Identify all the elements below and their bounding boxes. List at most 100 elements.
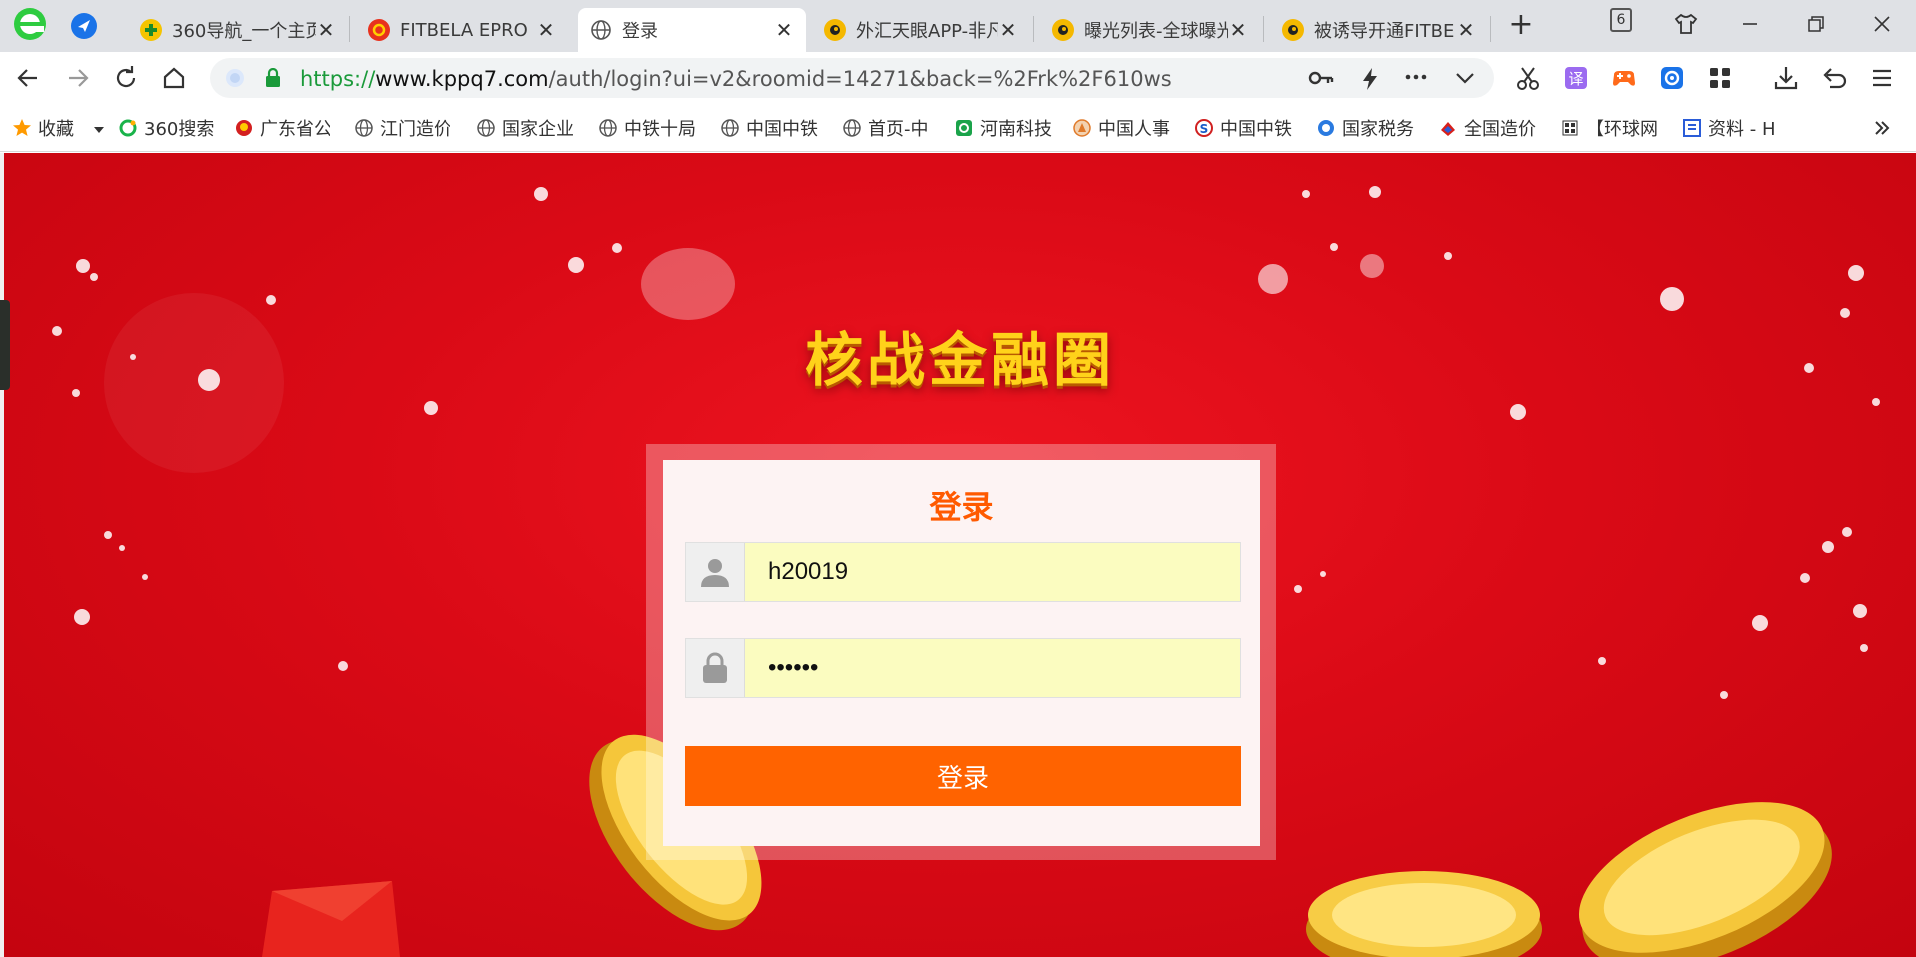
decorative-dot [76,259,90,273]
shield-extension-icon[interactable] [1656,62,1688,94]
tab-count-badge[interactable]: 6 [1610,8,1632,32]
decorative-dot [74,609,90,625]
red-envelope-icon [262,881,400,957]
login-heading: 登录 [929,488,994,526]
back-arrow-icon[interactable] [12,62,44,94]
decorative-dot [1872,398,1880,406]
refresh-icon[interactable] [110,62,142,94]
decorative-dot [1822,541,1834,553]
doc-icon [1682,118,1702,138]
bookmark-huanqiu[interactable]: 【环球网 [1560,116,1660,140]
bookmark-crec[interactable]: 中国中铁 [720,116,824,140]
more-dots-icon[interactable] [1404,73,1428,81]
key-icon[interactable] [1308,67,1334,89]
bookmark-label: 中国人事 [1098,119,1170,140]
close-icon[interactable]: ✕ [536,18,556,42]
apps-grid-icon[interactable] [1704,62,1736,94]
site-info-icon[interactable] [224,67,246,89]
password-input[interactable] [746,639,1240,697]
360-search-icon [118,118,138,138]
decorative-dot [1848,265,1864,281]
minimize-icon[interactable] [1736,10,1764,38]
decorative-dot [1330,243,1338,251]
bookmark-label: 【环球网 [1586,119,1658,140]
svg-text:译: 译 [1568,70,1583,88]
double-chevron-right-icon[interactable] [1872,118,1892,138]
download-icon[interactable] [1770,62,1802,94]
translate-icon[interactable]: 译 [1560,62,1592,94]
gold-coin-right-icon [1579,802,1832,957]
bookmark-label: 全国造价 [1464,119,1536,140]
tab-fitbela-complaint[interactable]: 被诱导开通FITBELA ✕ [1270,8,1488,52]
game-controller-icon[interactable] [1608,62,1640,94]
home-icon[interactable] [158,62,190,94]
wikifx-icon [1282,19,1304,41]
bookmark-label: 首页-中 [868,119,929,140]
close-window-icon[interactable] [1868,10,1896,38]
new-tab-button[interactable]: + [1505,10,1537,42]
sidebar-handle[interactable] [0,300,10,390]
restore-icon[interactable] [1802,10,1830,38]
wikifx-icon [1052,19,1074,41]
bookmark-personnel[interactable]: 中国人事 [1072,116,1172,140]
lightning-icon[interactable] [1360,67,1380,91]
personnel-icon [1072,118,1092,138]
decorative-dot [568,257,584,273]
bookmark-docs[interactable]: 资料 - H [1682,116,1782,140]
bookmark-jiangmen[interactable]: 江门造价 [354,116,450,140]
tab-360-nav[interactable]: 360导航_一个主页，整个世界 ✕ [128,8,348,52]
decorative-dot [1510,404,1526,420]
username-field [685,542,1241,602]
bookmark-favorites[interactable]: 收藏 [12,116,88,140]
bookmark-crec10[interactable]: 中铁十局 [598,116,700,140]
bookmark-label: 资料 - H [1708,119,1776,140]
bookmark-label: 中国中铁 [746,119,818,140]
huanqiu-icon [1560,118,1580,138]
360-browser-logo-icon[interactable] [12,6,48,42]
gold-coin-bottom-icon [1306,871,1542,957]
bookmark-crec-s[interactable]: S 中国中铁 [1194,116,1294,140]
bookmark-tax[interactable]: 国家税务 [1316,116,1416,140]
chevron-down-icon[interactable] [1454,70,1476,86]
decorative-dot [1720,691,1728,699]
tab-title: 被诱导开通FITBELA [1314,21,1456,42]
close-icon[interactable]: ✕ [316,18,336,42]
bookmark-guangdong[interactable]: 广东省公 [234,116,330,140]
bookmark-label: 中铁十局 [624,119,696,140]
caret-down-icon[interactable] [93,126,105,134]
username-input[interactable] [746,543,1240,601]
skin-shirt-icon[interactable] [1672,10,1700,38]
close-icon[interactable]: ✕ [774,18,794,42]
globe-icon [354,118,374,138]
bookmark-cost[interactable]: 全国造价 [1438,116,1538,140]
bookmark-label: 国家税务 [1342,119,1414,140]
decorative-dot [612,243,622,253]
bookmark-homepage[interactable]: 首页-中 [842,116,934,140]
url-path: /auth/login?ui=v2&roomid=14271&back=%2Fr… [548,67,1172,91]
tax-icon [1316,118,1336,138]
tab-fitbela[interactable]: FITBELA EPRO ✕ [356,8,568,52]
bookmark-enterprise[interactable]: 国家企业 [476,116,578,140]
tab-title: FITBELA EPRO [400,19,528,41]
close-icon[interactable]: ✕ [1228,18,1248,42]
close-icon[interactable]: ✕ [998,18,1018,42]
globe-icon [598,118,618,138]
bookmark-henan[interactable]: 河南科技 [954,116,1054,140]
url-text[interactable]: https://www.kppq7.com/auth/login?ui=v2&r… [300,67,1172,91]
menu-icon[interactable] [1866,62,1898,94]
tab-divider [1490,16,1491,42]
scissors-icon[interactable] [1512,62,1544,94]
tab-exposure-list[interactable]: 曝光列表-全球曝光 ✕ [1040,8,1260,52]
address-bar[interactable]: https://www.kppq7.com/auth/login?ui=v2&r… [210,58,1494,98]
undo-icon[interactable] [1818,62,1850,94]
tab-login[interactable]: 登录 ✕ [578,8,806,52]
forward-arrow-icon[interactable] [62,62,94,94]
close-icon[interactable]: ✕ [1456,18,1476,42]
password-field [685,638,1241,698]
navigation-icon[interactable] [70,12,98,40]
bookmark-360-search[interactable]: 360搜索 [118,116,220,140]
emblem-icon [234,118,254,138]
address-toolbar: https://www.kppq7.com/auth/login?ui=v2&r… [0,52,1916,104]
tab-wikifx-app[interactable]: 外汇天眼APP-非凡 ✕ [812,8,1030,52]
login-button[interactable]: 登录 [685,746,1241,806]
